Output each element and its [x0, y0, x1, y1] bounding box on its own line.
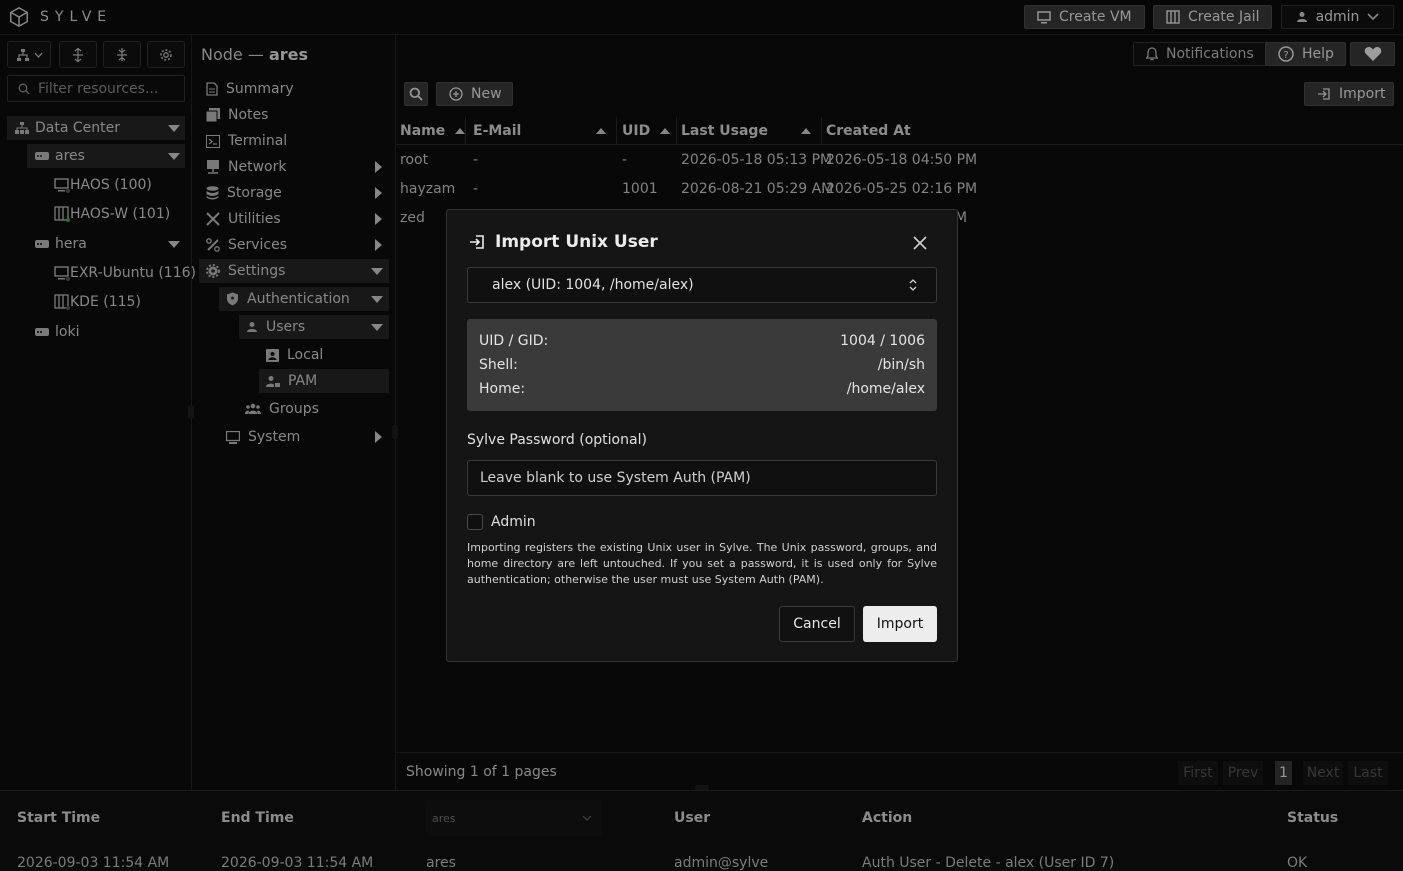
info-value: 1004 / 1006	[840, 333, 925, 349]
info-value: /home/alex	[846, 381, 925, 397]
info-row-home: Home: /home/alex	[479, 377, 925, 401]
user-info-box: UID / GID: 1004 / 1006 Shell: /bin/sh Ho…	[467, 319, 937, 411]
selected-user: alex (UID: 1004, /home/alex)	[492, 277, 694, 293]
close-button[interactable]	[913, 236, 927, 250]
info-label: Home:	[479, 381, 526, 397]
unix-user-select[interactable]: alex (UID: 1004, /home/alex)	[467, 267, 937, 303]
cancel-button[interactable]: Cancel	[779, 606, 855, 642]
password-label: Sylve Password (optional)	[467, 432, 647, 448]
confirm-import-button[interactable]: Import	[863, 606, 937, 642]
admin-checkbox-label[interactable]: Admin	[491, 514, 536, 530]
import-icon	[469, 234, 485, 250]
info-row-shell: Shell: /bin/sh	[479, 353, 925, 377]
close-icon	[913, 236, 927, 250]
dialog-title-text: Import Unix User	[495, 232, 658, 252]
admin-checkbox[interactable]	[467, 514, 483, 530]
info-row-uid-gid: UID / GID: 1004 / 1006	[479, 329, 925, 353]
dialog-title: Import Unix User	[469, 232, 658, 252]
info-value: /bin/sh	[877, 357, 925, 373]
import-unix-user-dialog: Import Unix User alex (UID: 1004, /home/…	[446, 209, 958, 662]
info-label: UID / GID:	[479, 333, 549, 349]
import-help-text: Importing registers the existing Unix us…	[467, 541, 937, 586]
password-input[interactable]	[467, 460, 937, 496]
chevron-up-down-icon	[908, 278, 918, 292]
info-label: Shell:	[479, 357, 518, 373]
